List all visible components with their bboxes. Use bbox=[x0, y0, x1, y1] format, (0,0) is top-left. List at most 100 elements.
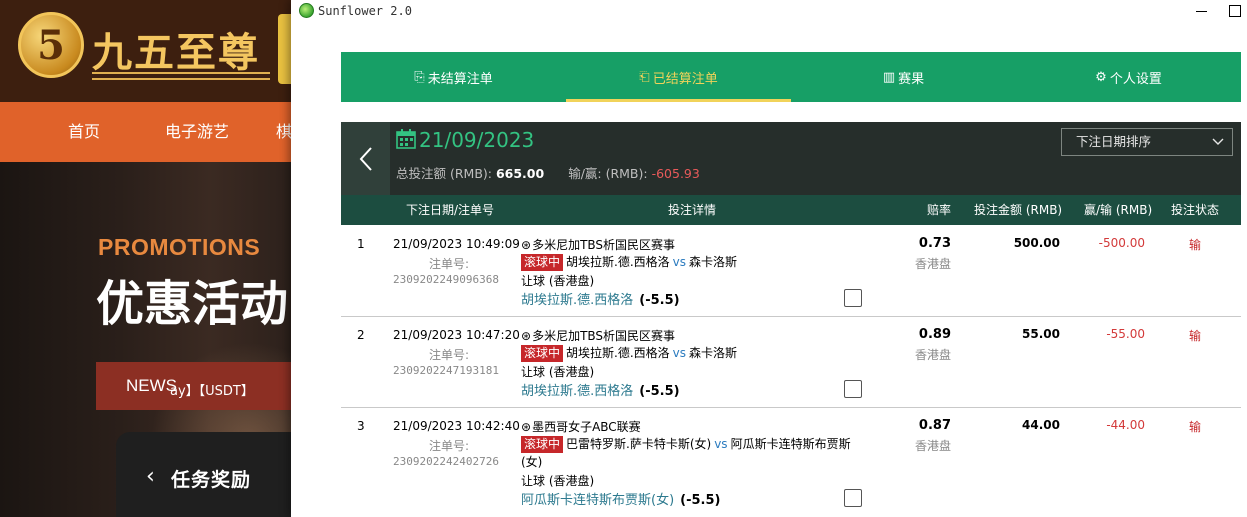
maximize-button[interactable] bbox=[1223, 0, 1247, 22]
league-text: 多米尼加TBS析国民区赛事 bbox=[532, 329, 676, 343]
chevron-down-icon bbox=[1212, 138, 1224, 145]
tab-label: 赛果 bbox=[898, 71, 925, 87]
bet-stake: 500.00 bbox=[1013, 236, 1060, 250]
tab-settled-bets[interactable]: ⎗ 已结算注单 bbox=[566, 52, 791, 102]
settings-icon: ⚙ bbox=[1095, 69, 1107, 85]
window-title: Sunflower 2.0 bbox=[318, 4, 412, 18]
table-row[interactable]: 3 21/09/2023 10:42:40 注单号: 2309202242402… bbox=[341, 408, 1241, 517]
tab-bar: ⎘ 未结算注单 ⎗ 已结算注单 ▥ 赛果 ⚙ 个人设置 bbox=[341, 52, 1241, 102]
vs-label: vs bbox=[714, 437, 728, 451]
col-detail: 投注详情 bbox=[668, 203, 717, 217]
bet-odds: 0.87 bbox=[918, 418, 951, 433]
sport-ball-icon: ⊛ bbox=[521, 420, 532, 434]
bet-id: 2309202247193181 bbox=[393, 364, 499, 377]
tab-label: 已结算注单 bbox=[652, 71, 718, 87]
site-nav-egames[interactable]: 电子游艺 bbox=[165, 102, 229, 162]
chevron-left-icon bbox=[359, 146, 372, 171]
bet-pick: 胡埃拉斯.德.西格洛 (-5.5) bbox=[521, 380, 680, 399]
promotions-heading: PROMOTIONS bbox=[98, 234, 261, 260]
live-badge: 滚球中 bbox=[521, 254, 564, 271]
pick-handicap: (-5.5) bbox=[680, 493, 721, 508]
bet-status: 输 bbox=[1189, 420, 1202, 434]
bet-datetime: 21/09/2023 10:42:40 bbox=[393, 419, 520, 433]
settled-icon: ⎗ bbox=[639, 69, 650, 85]
bet-winloss: -55.00 bbox=[1106, 327, 1145, 341]
bet-stake: 44.00 bbox=[1022, 418, 1060, 432]
tab-unsettled-bets[interactable]: ⎘ 未结算注单 bbox=[341, 52, 566, 102]
tab-settings[interactable]: ⚙ 个人设置 bbox=[1016, 52, 1241, 102]
away-team: 森卡洛斯 bbox=[689, 255, 738, 269]
site-logo-text[interactable]: 九五至尊 bbox=[92, 20, 260, 78]
col-odds: 赔率 bbox=[927, 203, 952, 217]
away-team: 阿瓜斯卡连特斯布贾斯 bbox=[730, 437, 851, 451]
site-nav-home[interactable]: 首页 bbox=[68, 102, 100, 162]
league-name: ⊛多米尼加TBS析国民区赛事 bbox=[521, 327, 675, 344]
sort-dropdown[interactable]: 下注日期排序 bbox=[1061, 128, 1233, 156]
winloss-label: 输/赢: (RMB): bbox=[568, 166, 648, 181]
pick-team: 胡埃拉斯.德.西格洛 bbox=[521, 293, 634, 308]
print-icon[interactable] bbox=[844, 289, 862, 307]
live-badge: 滚球中 bbox=[521, 436, 564, 453]
row-number: 2 bbox=[357, 328, 365, 342]
site-nav-cards[interactable]: 棋 bbox=[276, 102, 292, 162]
chevron-left-icon[interactable]: ‹ bbox=[146, 464, 155, 489]
table-row[interactable]: 2 21/09/2023 10:47:20 注单号: 2309202247193… bbox=[341, 317, 1241, 408]
news-bar: NEWS ay】【USDT】 bbox=[96, 362, 300, 410]
pick-handicap: (-5.5) bbox=[639, 293, 680, 308]
home-team: 胡埃拉斯.德.西格洛 bbox=[566, 255, 670, 269]
bet-id-label: 注单号: bbox=[429, 348, 470, 362]
site-nav: 首页 电子游艺 棋 bbox=[0, 102, 300, 162]
unsettled-icon: ⎘ bbox=[414, 69, 425, 85]
pick-team: 胡埃拉斯.德.西格洛 bbox=[521, 384, 634, 399]
odds-type: 香港盘 bbox=[914, 348, 951, 362]
bet-market: 让球 (香港盘) bbox=[521, 274, 595, 288]
vs-label: vs bbox=[672, 255, 687, 269]
odds-type: 香港盘 bbox=[914, 257, 951, 271]
odds-type: 香港盘 bbox=[914, 439, 951, 453]
minimize-button[interactable] bbox=[1189, 0, 1213, 22]
tab-label: 个人设置 bbox=[1109, 71, 1162, 87]
print-icon[interactable] bbox=[844, 380, 862, 398]
table-row[interactable]: 1 21/09/2023 10:49:09 注单号: 2309202249096… bbox=[341, 226, 1241, 317]
sunflower-app-icon bbox=[299, 3, 314, 18]
vs-label: vs bbox=[672, 346, 687, 360]
site-logo-badge[interactable]: 5 bbox=[18, 12, 84, 78]
bet-market: 让球 (香港盘) bbox=[521, 365, 595, 379]
bet-id: 2309202242402726 bbox=[393, 455, 499, 468]
title-bar[interactable]: Sunflower 2.0 bbox=[291, 0, 1247, 22]
col-winloss: 赢/输 (RMB) bbox=[1084, 203, 1153, 217]
row-number: 1 bbox=[357, 237, 365, 251]
col-date: 下注日期/注单号 bbox=[406, 203, 495, 217]
bet-stake: 55.00 bbox=[1022, 327, 1060, 341]
background-website: 5 九五至尊 首页 电子游艺 棋 PROMOTIONS 优惠活动 NEWS ay… bbox=[0, 0, 300, 517]
tab-results[interactable]: ▥ 赛果 bbox=[791, 52, 1016, 102]
back-button[interactable] bbox=[341, 122, 390, 195]
results-icon: ▥ bbox=[882, 69, 896, 85]
app-window: Sunflower 2.0 ⎘ 未结算注单 ⎗ 已结算注单 ▥ 赛果 ⚙ 个人设… bbox=[291, 0, 1247, 517]
table-header: 下注日期/注单号 投注详情 赔率 投注金额 (RMB) 赢/输 (RMB) 投注… bbox=[341, 195, 1241, 225]
bet-status: 输 bbox=[1189, 238, 1202, 252]
league-name: ⊛多米尼加TBS析国民区赛事 bbox=[521, 236, 675, 253]
total-stake-label: 总投注额 (RMB): bbox=[396, 166, 492, 181]
bet-id: 2309202249096368 bbox=[393, 273, 499, 286]
news-ticker[interactable]: ay】【USDT】 bbox=[170, 380, 254, 399]
winloss-value: -605.93 bbox=[651, 166, 700, 181]
home-team: 巴雷特罗斯.萨卡特卡斯(女) bbox=[566, 437, 712, 451]
pick-handicap: (-5.5) bbox=[639, 384, 680, 399]
bet-status: 输 bbox=[1189, 329, 1202, 343]
league-text: 墨西哥女子ABC联赛 bbox=[532, 420, 641, 434]
task-reward-title: 任务奖励 bbox=[171, 469, 252, 491]
logo-ornament bbox=[92, 72, 270, 80]
tab-label: 未结算注单 bbox=[427, 71, 493, 87]
bet-market: 让球 (香港盘) bbox=[521, 474, 595, 488]
sort-selected-value: 下注日期排序 bbox=[1076, 134, 1152, 149]
league-text: 多米尼加TBS析国民区赛事 bbox=[532, 238, 676, 252]
print-icon[interactable] bbox=[844, 489, 862, 507]
bet-winloss: -500.00 bbox=[1098, 236, 1145, 250]
summary-date: 21/09/2023 bbox=[419, 128, 535, 152]
match-teams: 滚球中 巴雷特罗斯.萨卡特卡斯(女) vs 阿瓜斯卡连特斯布贾斯 (女) bbox=[521, 435, 861, 471]
home-team: 胡埃拉斯.德.西格洛 bbox=[566, 346, 670, 360]
match-teams: 滚球中 胡埃拉斯.德.西格洛 vs 森卡洛斯 bbox=[521, 344, 861, 362]
bet-id-label: 注单号: bbox=[429, 257, 470, 271]
site-header: 5 九五至尊 bbox=[0, 0, 300, 102]
